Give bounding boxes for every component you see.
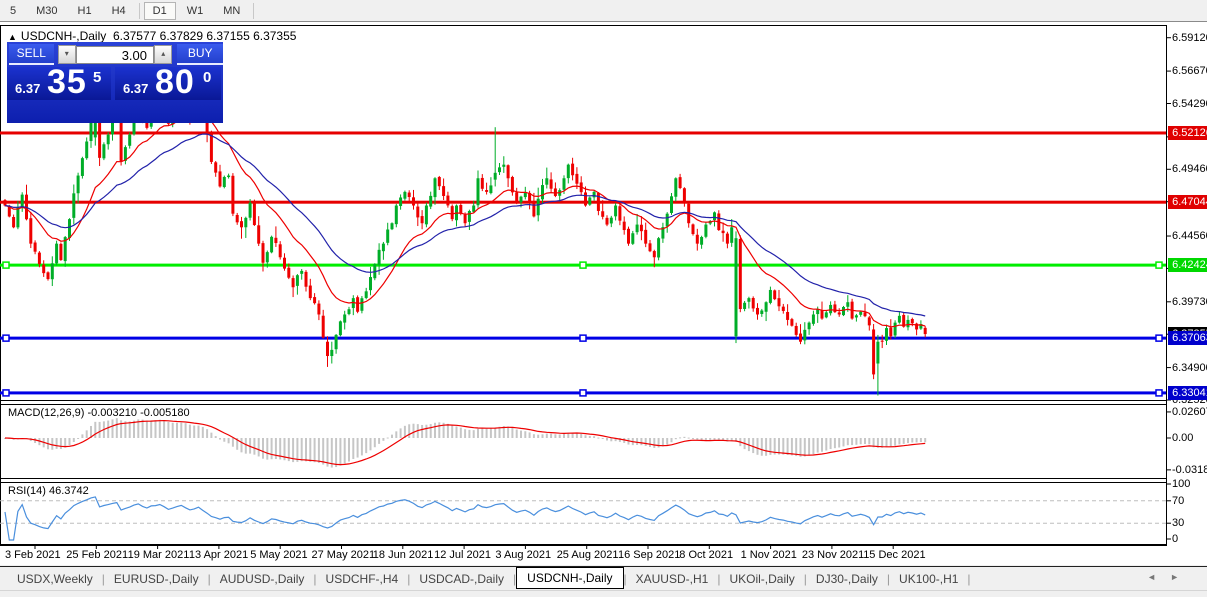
mt4-window: 5M30H1H4D1W1MN ▲USDCNH-,Daily 6.37577 6.… <box>0 0 1207 596</box>
price-tick: 6.56670 <box>1172 65 1207 77</box>
tab-scroll-arrows[interactable]: ◄► <box>1147 572 1193 582</box>
macd-tick: 0.00 <box>1172 432 1193 444</box>
tab-divider: | <box>967 572 970 586</box>
date-tick-label: 3 Feb 2021 <box>5 549 61 561</box>
price-tick: 6.54290 <box>1172 98 1207 110</box>
date-tick-label: 18 Jun 2021 <box>373 549 434 561</box>
timeframe-button-W1[interactable]: W1 <box>178 2 213 20</box>
rsi-tick: 70 <box>1172 495 1184 507</box>
tab-scroll-left-icon[interactable]: ◄ <box>1147 572 1170 582</box>
line-price-badge: 6.47044 <box>1168 195 1207 209</box>
line-price-badge: 6.37063 <box>1168 331 1207 345</box>
chart-area: ▲ USDCNH-,Daily 6.37577 6.37829 6.37155 6… <box>0 22 1207 565</box>
price-tick: 6.34900 <box>1172 362 1207 374</box>
timeframe-button-D1[interactable]: D1 <box>144 2 176 20</box>
chart-tab-ukoil-daily[interactable]: UKOil-,Daily <box>720 569 803 589</box>
chart-tab-usdcnh-daily[interactable]: USDCNH-,Daily <box>516 567 623 589</box>
sell-price-prefix: 6.37 <box>15 81 40 96</box>
timeframe-button-MN[interactable]: MN <box>214 2 249 20</box>
volume-input[interactable] <box>76 46 154 64</box>
chart-title-row: ▲ USDCNH-,Daily 6.37577 6.37829 6.37155 6… <box>8 29 296 43</box>
chart-tab-usdcad-daily[interactable]: USDCAD-,Daily <box>410 569 513 589</box>
date-tick-label: 8 Oct 2021 <box>679 549 733 561</box>
line-handle <box>3 390 9 396</box>
chart-tab-dj30-daily[interactable]: DJ30-,Daily <box>807 569 887 589</box>
timeframe-button-H4[interactable]: H4 <box>103 2 135 20</box>
macd-tick: 0.02607 <box>1172 406 1207 418</box>
buy-price-prefix: 6.37 <box>123 81 148 96</box>
rsi-indicator-label: RSI(14) 46.3742 <box>8 485 89 497</box>
line-handle <box>3 262 9 268</box>
buy-price-display[interactable]: 6.37 80 0 <box>115 67 221 100</box>
line-handle <box>580 335 586 341</box>
line-handle <box>1156 390 1162 396</box>
trade-buttons-row: SELL ▾ ▴ BUY <box>7 44 223 65</box>
chart-tab-uk100-h1[interactable]: UK100-,H1 <box>890 569 967 589</box>
sell-price-display[interactable]: 6.37 35 5 <box>7 67 111 100</box>
chart-tab-usdx-weekly[interactable]: USDX,Weekly <box>8 569 102 589</box>
rsi-tick: 30 <box>1172 517 1184 529</box>
line-handle <box>3 335 9 341</box>
chart-symbol-title: USDCNH-,Daily <box>21 29 106 43</box>
timeframe-button-5[interactable]: 5 <box>1 2 25 20</box>
line-price-badge: 6.33041 <box>1168 386 1207 400</box>
date-tick-label: 1 Nov 2021 <box>741 549 797 561</box>
tab-scroll-right-icon[interactable]: ► <box>1170 572 1193 582</box>
date-tick-label: 3 Aug 2021 <box>495 549 551 561</box>
date-tick-label: 15 Dec 2021 <box>863 549 925 561</box>
timeframe-button-H1[interactable]: H1 <box>69 2 101 20</box>
price-tick: 6.59120 <box>1172 32 1207 44</box>
line-price-badge: 6.42424 <box>1168 258 1207 272</box>
one-click-trading-panel: SELL ▾ ▴ BUY 6.37 35 5 6.37 80 0 <box>7 42 223 123</box>
buy-price-main: 80 <box>155 63 195 102</box>
date-tick-label: 13 Apr 2021 <box>189 549 248 561</box>
date-tick-label: 23 Nov 2021 <box>802 549 864 561</box>
collapse-trade-panel-icon[interactable]: ▲ <box>8 32 17 42</box>
date-tick-label: 12 Jul 2021 <box>434 549 491 561</box>
date-tick-label: 27 May 2021 <box>312 549 376 561</box>
chart-tab-usdchf-h4[interactable]: USDCHF-,H4 <box>317 569 408 589</box>
rsi-tick: 0 <box>1172 533 1178 545</box>
date-tick-label: 25 Aug 2021 <box>557 549 619 561</box>
volume-decrease-button[interactable]: ▾ <box>58 45 76 64</box>
date-tick-label: 16 Sep 2021 <box>618 549 680 561</box>
chart-tab-eurusd-daily[interactable]: EURUSD-,Daily <box>105 569 208 589</box>
price-tick: 6.39730 <box>1172 296 1207 308</box>
price-tick: 6.49460 <box>1172 163 1207 175</box>
sell-button[interactable]: SELL <box>9 44 54 65</box>
buy-button[interactable]: BUY <box>177 44 223 65</box>
buy-price-pip: 0 <box>203 69 211 86</box>
macd-indicator-label: MACD(12,26,9) -0.003210 -0.005180 <box>8 407 190 419</box>
price-tick: 6.44560 <box>1172 230 1207 242</box>
date-tick-label: 5 May 2021 <box>250 549 307 561</box>
chart-tab-bar: ◄► USDX,Weekly|EURUSD-,Daily|AUDUSD-,Dai… <box>0 566 1207 591</box>
line-handle <box>1156 335 1162 341</box>
timeframe-button-M30[interactable]: M30 <box>27 2 66 20</box>
chart-ohlc-values: 6.37577 6.37829 6.37155 6.37355 <box>113 29 297 43</box>
rsi-tick: 100 <box>1172 478 1190 490</box>
volume-increase-button[interactable]: ▴ <box>154 45 172 64</box>
line-price-badge: 6.52126 <box>1168 126 1207 140</box>
date-tick-label: 19 Mar 2021 <box>128 549 190 561</box>
timeframe-toolbar: 5M30H1H4 D1W1MN <box>0 0 1207 22</box>
sell-price-pip: 5 <box>93 69 101 86</box>
macd-tick: -0.031872 <box>1172 464 1207 476</box>
line-handle <box>1156 262 1162 268</box>
line-handle <box>580 262 586 268</box>
chart-tab-xauusd-h1[interactable]: XAUUSD-,H1 <box>627 569 718 589</box>
chart-tab-audusd-daily[interactable]: AUDUSD-,Daily <box>211 569 314 589</box>
date-tick-label: 25 Feb 2021 <box>66 549 128 561</box>
sell-price-main: 35 <box>47 63 87 102</box>
line-handle <box>580 390 586 396</box>
